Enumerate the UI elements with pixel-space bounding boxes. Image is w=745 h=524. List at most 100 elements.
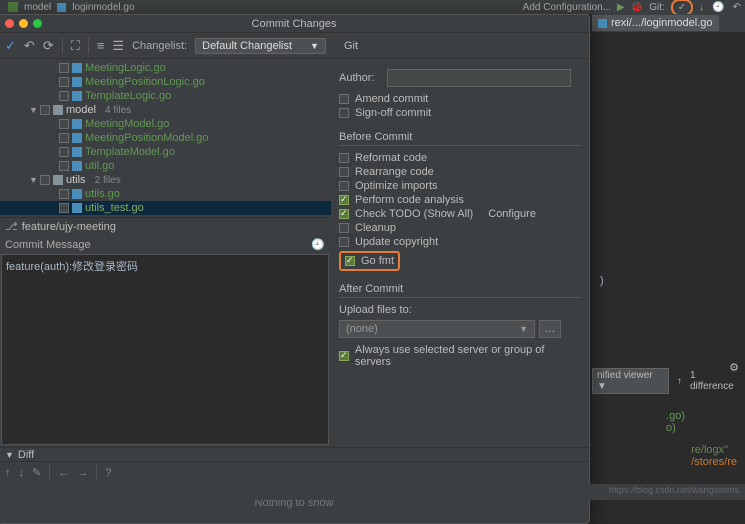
always-server-checkbox[interactable] — [339, 351, 349, 361]
changelist-select[interactable]: Default Changelist ▼ — [195, 38, 326, 54]
tree-label: MeetingPositionLogic.go — [85, 76, 205, 88]
chevron-down-icon: ▼ — [5, 450, 14, 460]
settings-icon[interactable]: ☰ — [112, 38, 124, 54]
file-checkbox[interactable] — [40, 175, 50, 185]
after-commit-header: After Commit — [339, 283, 581, 298]
help-icon[interactable]: ? — [105, 467, 111, 479]
prev-diff-icon[interactable]: ↑ — [677, 376, 682, 387]
folder-icon — [53, 175, 63, 185]
git-label: Git: — [649, 2, 665, 13]
prev-file-icon[interactable]: ← — [58, 467, 69, 479]
prev-icon[interactable]: ↑ — [5, 467, 11, 479]
upload-select[interactable]: (none)▼ — [339, 320, 535, 338]
tree-file[interactable]: util.go — [0, 159, 331, 173]
watermark-url: https://blog.csdn.net/wangxinims — [609, 485, 739, 495]
go-file-icon — [72, 161, 82, 171]
file-checkbox[interactable] — [59, 119, 69, 129]
file-tree[interactable]: MeetingLogic.goMeetingPositionLogic.goTe… — [0, 59, 331, 217]
viewer-mode-select[interactable]: nified viewer ▼ — [592, 368, 669, 394]
go-file-icon — [57, 3, 66, 12]
signoff-checkbox[interactable] — [339, 108, 349, 118]
go-file-icon — [72, 189, 82, 199]
go-file-icon — [72, 91, 82, 101]
tree-file[interactable]: MeetingLogic.go — [0, 61, 331, 75]
debug-icon[interactable]: 🐞 — [631, 2, 643, 13]
commit-icon[interactable]: ✓ — [5, 38, 16, 54]
file-checkbox[interactable] — [59, 203, 69, 213]
run-icon[interactable]: ▶ — [617, 2, 625, 13]
go-file-icon — [598, 19, 607, 28]
copyright-checkbox[interactable] — [339, 237, 349, 247]
file-checkbox[interactable] — [59, 91, 69, 101]
upload-label: Upload files to: — [339, 304, 581, 316]
tree-folder[interactable]: ▼utils 2 files — [0, 173, 331, 187]
file-checkbox[interactable] — [59, 63, 69, 73]
file-checkbox[interactable] — [59, 189, 69, 199]
branch-row[interactable]: ⎇ feature/ujy-meeting — [0, 217, 331, 235]
commit-toolbar: ✓ ↶ ⟳ ⛶ ≡ ☰ Changelist: Default Changeli… — [0, 33, 589, 59]
analyze-checkbox[interactable] — [339, 195, 349, 205]
expand-icon[interactable]: ⛶ — [71, 38, 80, 54]
tree-file[interactable]: MeetingPositionLogic.go — [0, 75, 331, 89]
history-icon[interactable]: 🕘 — [712, 2, 724, 13]
author-input[interactable] — [387, 69, 571, 87]
caret-icon[interactable]: ▼ — [29, 105, 37, 115]
group-icon[interactable]: ≡ — [97, 38, 105, 53]
undo-icon[interactable]: ↶ — [24, 38, 35, 54]
file-checkbox[interactable] — [59, 133, 69, 143]
go-file-icon — [72, 133, 82, 143]
amend-checkbox[interactable] — [339, 94, 349, 104]
left-panel: MeetingLogic.goMeetingPositionLogic.goTe… — [0, 59, 331, 447]
editor-file-tab[interactable]: rexi/.../loginmodel.go — [592, 15, 719, 31]
add-config[interactable]: Add Configuration... — [523, 2, 611, 13]
tree-file[interactable]: utils_test.go — [0, 201, 331, 215]
minimize-icon[interactable] — [19, 19, 28, 28]
diff-section-header[interactable]: ▼ Diff — [0, 447, 589, 461]
revert-icon[interactable]: ↶ — [733, 2, 741, 13]
tree-file[interactable]: TemplateLogic.go — [0, 89, 331, 103]
branch-name: feature/ujy-meeting — [22, 221, 116, 233]
update-icon[interactable]: ↓ — [699, 2, 704, 13]
close-icon[interactable] — [5, 19, 14, 28]
tree-label: MeetingLogic.go — [85, 62, 166, 74]
tree-file[interactable]: utils.go — [0, 187, 331, 201]
refresh-icon[interactable]: ⟳ — [43, 38, 54, 54]
cleanup-checkbox[interactable] — [339, 223, 349, 233]
tree-label: MeetingPositionModel.go — [85, 132, 209, 144]
todo-checkbox[interactable] — [339, 209, 349, 219]
gofmt-checkbox[interactable] — [345, 256, 355, 266]
history-icon[interactable]: 🕘 — [311, 238, 325, 251]
zoom-icon[interactable] — [33, 19, 42, 28]
optimize-checkbox[interactable] — [339, 181, 349, 191]
tree-file[interactable]: TemplateModel.go — [0, 145, 331, 159]
tree-label: utils.go — [85, 188, 120, 200]
edit-icon[interactable]: ✎ — [32, 466, 41, 479]
file-checkbox[interactable] — [59, 147, 69, 157]
changelist-label: Changelist: — [132, 40, 187, 52]
tree-file[interactable]: MeetingPositionModel.go — [0, 131, 331, 145]
top-right-controls: Add Configuration... ▶ 🐞 Git: ✓ ↓ 🕘 ↶ — [523, 0, 741, 14]
rearrange-checkbox[interactable] — [339, 167, 349, 177]
commit-message-input[interactable]: feature(auth):修改登录密码 — [1, 254, 329, 445]
next-file-icon[interactable]: → — [77, 467, 88, 479]
configure-link[interactable]: Configure — [488, 208, 536, 220]
editor-tab[interactable]: loginmodel.go — [72, 2, 134, 13]
tree-label: MeetingModel.go — [85, 118, 169, 130]
window-controls — [5, 19, 42, 28]
file-checkbox[interactable] — [59, 77, 69, 87]
caret-icon[interactable]: ▼ — [29, 175, 37, 185]
model-tab[interactable]: model — [24, 2, 51, 13]
tree-folder[interactable]: ▼model 4 files — [0, 103, 331, 117]
background-editor: rexi/.../loginmodel.go ) ⚙ nified viewer… — [592, 14, 745, 484]
reformat-checkbox[interactable] — [339, 153, 349, 163]
before-commit-header: Before Commit — [339, 131, 581, 146]
browse-button[interactable]: … — [539, 320, 561, 338]
file-checkbox[interactable] — [59, 161, 69, 171]
author-row: Author: — [339, 69, 581, 87]
diff-file-list: .go) o) — [666, 410, 685, 434]
next-icon[interactable]: ↓ — [19, 467, 25, 479]
file-checkbox[interactable] — [40, 105, 50, 115]
check-icon[interactable]: ✓ — [678, 2, 686, 13]
tree-file[interactable]: MeetingModel.go — [0, 117, 331, 131]
branch-icon: ⎇ — [5, 220, 18, 233]
